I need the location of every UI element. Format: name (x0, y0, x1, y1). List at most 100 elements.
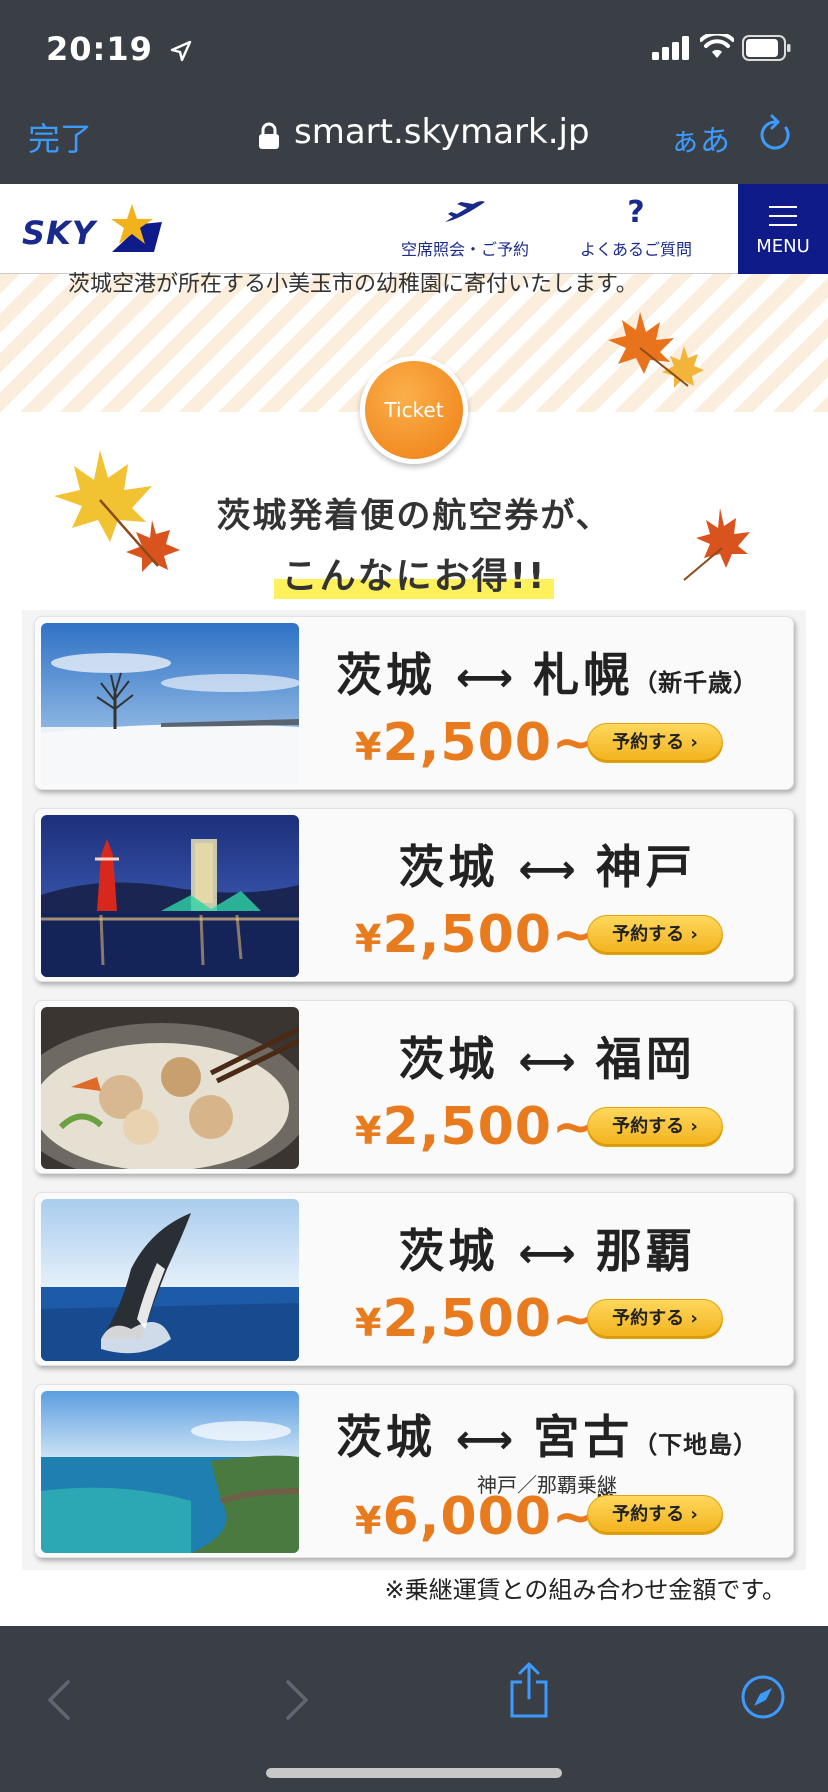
status-bar: 20:19 (0, 0, 828, 100)
route-destination: 神戸 (595, 840, 696, 894)
route-origin: 茨城 (398, 1224, 499, 1278)
skymark-logo[interactable]: SKY (22, 204, 162, 254)
chevron-right-icon: › (690, 1504, 698, 1525)
share-icon[interactable] (508, 1662, 550, 1718)
route-origin: 茨城 (398, 840, 499, 894)
nav-reservation[interactable]: 空席照会・ご予約 (390, 196, 540, 260)
route-title: 茨城 ⟷ 札幌（新千歳） (299, 639, 795, 705)
nav-reservation-label: 空席照会・ご予約 (400, 240, 529, 259)
back-arrow-icon[interactable] (44, 1678, 74, 1722)
book-button[interactable]: 予約する › (587, 1299, 723, 1339)
route-photo-miyako (41, 1391, 299, 1553)
route-card-sapporo[interactable]: 茨城 ⟷ 札幌（新千歳） ¥2,500~ 予約する › (34, 616, 794, 790)
cellular-signal-icon (652, 36, 689, 60)
browser-toolbar (0, 1626, 828, 1792)
promo-headline: 茨城発着便の航空券が、 こんなにお得!! (0, 488, 828, 599)
book-button[interactable]: 予約する › (587, 1107, 723, 1147)
route-title: 茨城 ⟷ 那覇 (299, 1215, 795, 1281)
price-value: 2,500~ (382, 1289, 597, 1349)
maple-leaf-icon (608, 312, 704, 388)
nav-faq-label: よくあるご質問 (579, 240, 692, 259)
chevron-right-icon: › (690, 732, 698, 753)
currency-symbol: ¥ (355, 1109, 383, 1153)
book-button-label: 予約する (612, 732, 685, 753)
route-airport-note: （新千歳） (633, 669, 759, 697)
price-value: 6,000~ (382, 1487, 597, 1547)
lock-icon (259, 122, 279, 149)
price-value: 2,500~ (382, 905, 597, 965)
book-button-label: 予約する (612, 1308, 685, 1329)
chevron-right-icon: › (690, 1308, 698, 1329)
url-text[interactable]: smart.skymark.jp (294, 112, 590, 152)
route-arrow-icon: ⟷ (455, 655, 514, 701)
book-button-label: 予約する (612, 924, 685, 945)
site-header: SKY 空席照会・ご予約 ? よくあるご質問 MENU (0, 184, 828, 274)
price-value: 2,500~ (382, 1097, 597, 1157)
text-size-button[interactable]: ぁあ (670, 116, 730, 160)
route-card-kobe[interactable]: 茨城 ⟷ 神戸 ¥2,500~ 予約する › (34, 808, 794, 982)
route-arrow-icon: ⟷ (518, 1039, 576, 1085)
logo-text: SKY (22, 214, 97, 252)
hamburger-icon (769, 206, 797, 226)
wifi-icon (700, 34, 734, 58)
chevron-right-icon: › (690, 1116, 698, 1137)
menu-label: MENU (756, 236, 810, 257)
route-destination: 宮古 (533, 1410, 634, 1464)
price-value: 2,500~ (382, 713, 597, 773)
reload-icon[interactable] (756, 114, 794, 154)
currency-symbol: ¥ (355, 1499, 383, 1543)
forward-arrow-icon[interactable] (282, 1678, 312, 1722)
fare-footnote: ※乗継運賃との組み合わせ金額です。 (384, 1576, 786, 1604)
headline-line-2: こんなにお得!! (273, 547, 555, 599)
route-photo-fukuoka (41, 1007, 299, 1169)
chevron-right-icon: › (690, 924, 698, 945)
book-button-label: 予約する (612, 1504, 685, 1525)
route-title: 茨城 ⟷ 宮古（下地島） (299, 1401, 795, 1467)
currency-symbol: ¥ (355, 917, 383, 961)
route-airport-note: （下地島） (633, 1431, 759, 1459)
book-button[interactable]: 予約する › (587, 723, 723, 763)
star-icon (111, 204, 162, 252)
route-arrow-icon: ⟷ (518, 847, 576, 893)
status-time: 20:19 (46, 30, 153, 68)
route-card-miyako[interactable]: 茨城 ⟷ 宮古（下地島） 神戸／那覇乗継 ¥6,000~※ 予約する › (34, 1384, 794, 1558)
headline-line-1: 茨城発着便の航空券が、 (216, 496, 612, 536)
question-icon: ? (627, 195, 645, 230)
home-indicator (266, 1768, 562, 1778)
route-price: ¥2,500~ (355, 713, 597, 773)
route-destination: 那覇 (595, 1224, 696, 1278)
route-destination: 福岡 (595, 1032, 696, 1086)
route-origin: 茨城 (335, 648, 436, 702)
airplane-icon (445, 201, 485, 222)
ticket-badge: Ticket (360, 356, 468, 464)
route-photo-sapporo (41, 623, 299, 785)
address-bar: 完了 smart.skymark.jp ぁあ (0, 100, 828, 184)
book-button-label: 予約する (612, 1116, 685, 1137)
route-destination: 札幌 (533, 648, 634, 702)
done-button[interactable]: 完了 (28, 114, 92, 160)
route-origin: 茨城 (335, 1410, 436, 1464)
route-title: 茨城 ⟷ 福岡 (299, 1023, 795, 1089)
route-origin: 茨城 (398, 1032, 499, 1086)
route-price: ¥2,500~ (355, 1289, 597, 1349)
compass-icon[interactable] (740, 1674, 786, 1720)
book-button[interactable]: 予約する › (587, 1495, 723, 1535)
route-photo-kobe (41, 815, 299, 977)
menu-button[interactable]: MENU (738, 184, 828, 274)
battery-icon (742, 35, 791, 61)
route-price: ¥2,500~ (355, 1097, 597, 1157)
route-arrow-icon: ⟷ (518, 1231, 576, 1277)
book-button[interactable]: 予約する › (587, 915, 723, 955)
route-card-fukuoka[interactable]: 茨城 ⟷ 福岡 ¥2,500~ 予約する › (34, 1000, 794, 1174)
route-title: 茨城 ⟷ 神戸 (299, 831, 795, 897)
route-list: 茨城 ⟷ 札幌（新千歳） ¥2,500~ 予約する › 茨城 ⟷ 神戸 ¥2,5… (22, 610, 806, 1570)
route-price: ¥2,500~ (355, 905, 597, 965)
currency-symbol: ¥ (355, 725, 383, 769)
location-arrow-icon (170, 40, 192, 62)
partial-banner-text: 茨城空港が所在する小美玉市の幼稚園に寄付いたします。 (68, 272, 638, 297)
nav-faq[interactable]: ? よくあるご質問 (566, 196, 706, 260)
route-card-naha[interactable]: 茨城 ⟷ 那覇 ¥2,500~ 予約する › (34, 1192, 794, 1366)
browser-top-bar: 20:19 完了 smart.skymark.jp ぁあ (0, 0, 828, 184)
route-arrow-icon: ⟷ (455, 1417, 514, 1463)
route-price: ¥6,000~※ (355, 1487, 615, 1547)
